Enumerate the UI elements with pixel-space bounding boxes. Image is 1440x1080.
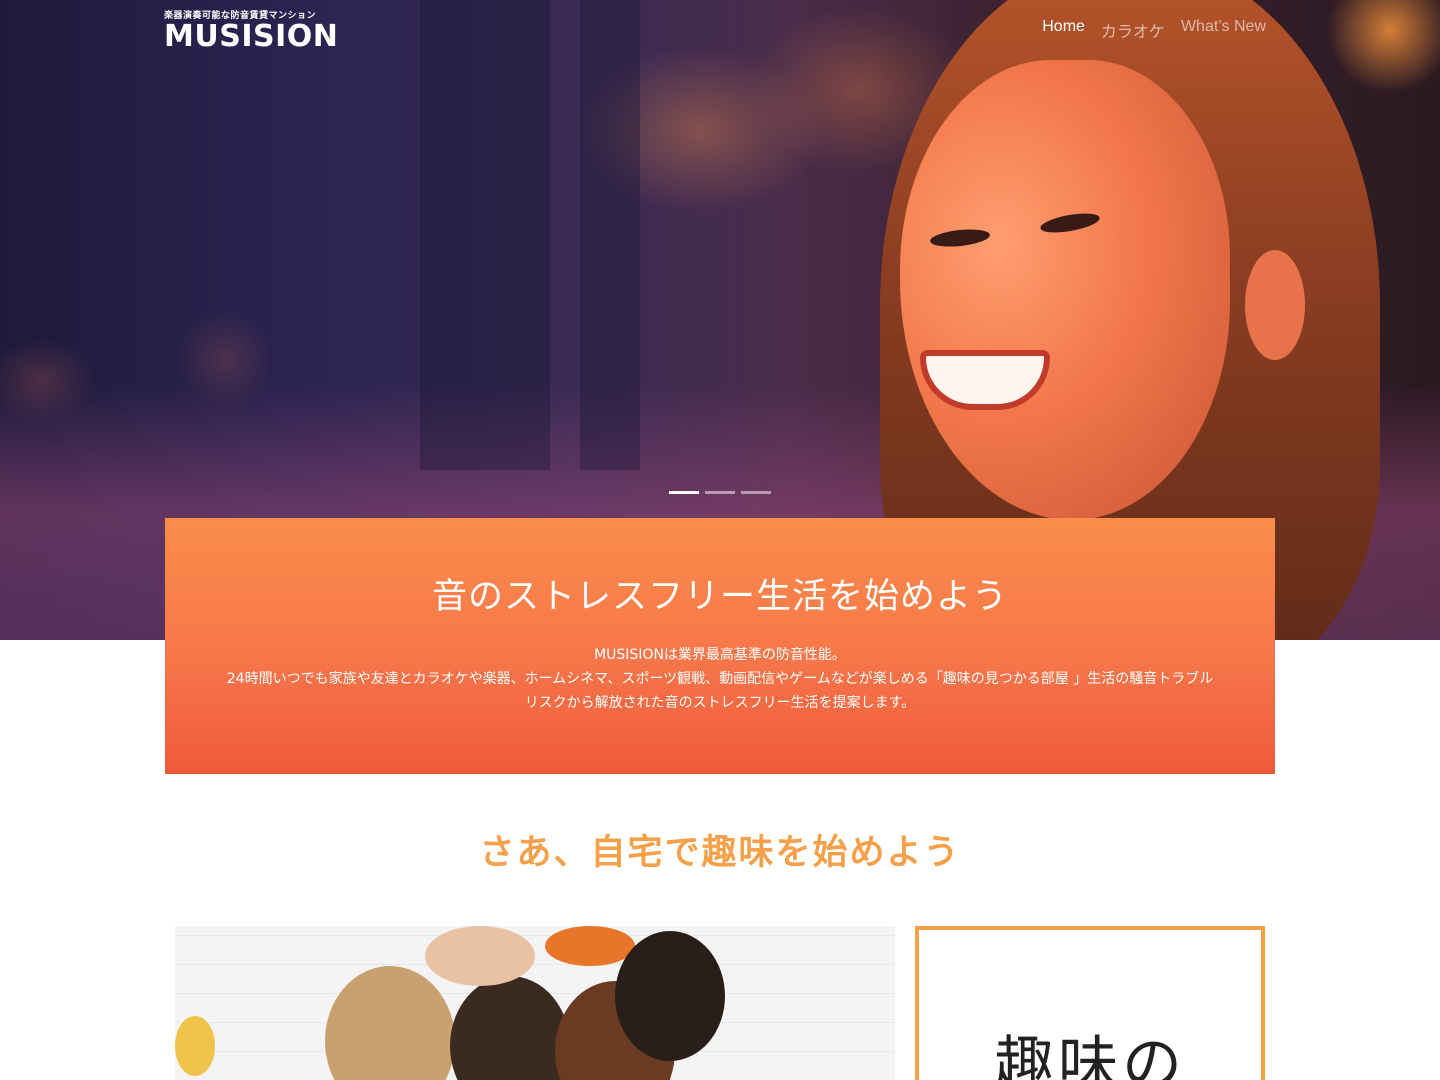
site-logo[interactable]: 楽器演奏可能な防音賃貸マンション MUSISION bbox=[164, 8, 339, 54]
hero-window-decor bbox=[420, 0, 550, 470]
intro-text: MUSISIONは業界最高基準の防音性能。 24時間いつでも家族や友達とカラオケ… bbox=[165, 643, 1275, 715]
carousel-indicator-3[interactable] bbox=[741, 491, 771, 494]
nav-karaoke[interactable]: カラオケ bbox=[1101, 18, 1165, 42]
intro-text-line2: 24時間いつでも家族や友達とカラオケや楽器、ホームシネマ、スポーツ観戦、動画配信… bbox=[226, 671, 1214, 711]
hobby-frame-box: 趣味の bbox=[915, 926, 1265, 1080]
carousel-indicators bbox=[669, 491, 771, 494]
logo-name: MUSISION bbox=[164, 19, 339, 54]
group-photo bbox=[175, 926, 895, 1080]
intro-text-line1: MUSISIONは業界最高基準の防音性能。 bbox=[594, 647, 846, 663]
carousel-indicator-2[interactable] bbox=[705, 491, 735, 494]
section-title: さあ、自宅で趣味を始めよう bbox=[479, 833, 961, 873]
nav-whats-new[interactable]: What’s New bbox=[1181, 18, 1266, 42]
nav-home[interactable]: Home bbox=[1042, 18, 1085, 42]
main-nav: Home カラオケ What’s New bbox=[1042, 18, 1266, 42]
intro-box: 音のストレスフリー生活を始めよう MUSISIONは業界最高基準の防音性能。 2… bbox=[165, 518, 1275, 774]
frame-box-text: 趣味の bbox=[994, 1030, 1186, 1080]
carousel-indicator-1[interactable] bbox=[669, 491, 699, 494]
intro-title: 音のストレスフリー生活を始めよう bbox=[431, 577, 1008, 617]
hero-window-decor bbox=[580, 0, 640, 470]
